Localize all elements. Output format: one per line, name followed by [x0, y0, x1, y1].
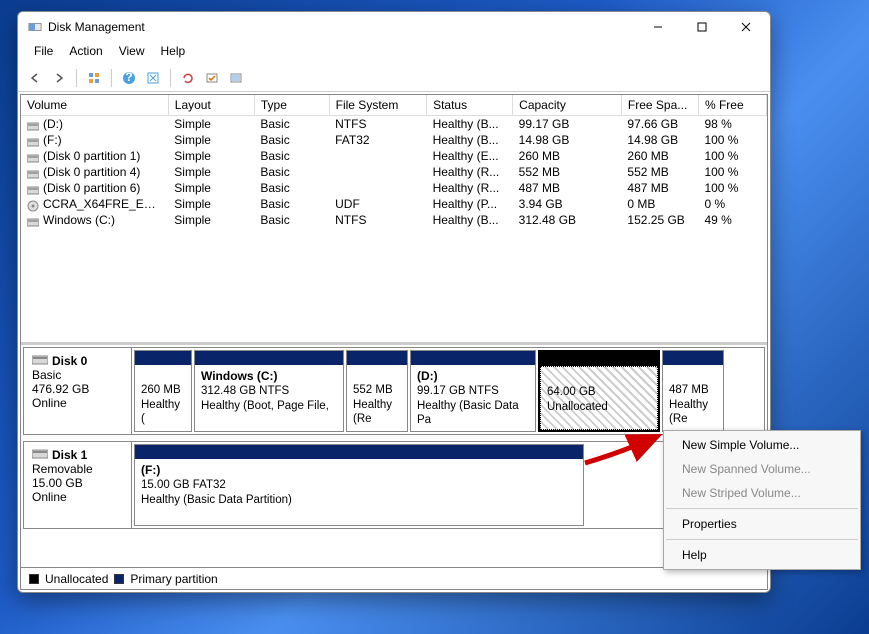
maximize-button[interactable] — [680, 13, 724, 41]
partition-unallocated[interactable]: 64.00 GBUnallocated — [538, 350, 660, 432]
menu-file[interactable]: File — [26, 42, 61, 64]
volume-row[interactable]: CCRA_X64FRE_EN...SimpleBasicUDFHealthy (… — [21, 196, 767, 212]
drive-icon — [27, 136, 39, 146]
legend-unallocated-swatch — [29, 574, 39, 584]
forward-button[interactable] — [48, 67, 70, 89]
menu-help[interactable]: Help — [153, 42, 194, 64]
back-button[interactable] — [24, 67, 46, 89]
titlebar[interactable]: Disk Management — [18, 12, 770, 42]
disk-row: Disk 0Basic476.92 GBOnline260 MBHealthy … — [23, 347, 765, 435]
column-header[interactable]: Free Spa... — [621, 95, 698, 116]
window-title: Disk Management — [48, 20, 636, 34]
drive-icon — [27, 216, 39, 226]
drive-icon — [27, 168, 39, 178]
legend: Unallocated Primary partition — [21, 567, 767, 589]
disk-label[interactable]: Disk 0Basic476.92 GBOnline — [24, 348, 132, 434]
legend-primary-swatch — [114, 574, 124, 584]
partition[interactable]: Windows (C:)312.48 GB NTFSHealthy (Boot,… — [194, 350, 344, 432]
legend-primary-label: Primary partition — [130, 572, 217, 586]
content-area: VolumeLayoutTypeFile SystemStatusCapacit… — [20, 94, 768, 590]
toolbar: ? — [18, 64, 770, 92]
disk-row: Disk 1Removable15.00 GBOnline(F:)15.00 G… — [23, 441, 765, 529]
menu-view[interactable]: View — [111, 42, 153, 64]
disk-label[interactable]: Disk 1Removable15.00 GBOnline — [24, 442, 132, 528]
column-header[interactable]: Status — [427, 95, 513, 116]
legend-unallocated-label: Unallocated — [45, 572, 108, 586]
app-icon — [28, 20, 42, 34]
drive-icon — [27, 200, 39, 210]
ctx-new-simple-volume[interactable]: New Simple Volume... — [664, 433, 860, 457]
disk-graphical-view[interactable]: Disk 0Basic476.92 GBOnline260 MBHealthy … — [21, 345, 767, 567]
close-button[interactable] — [724, 13, 768, 41]
ctx-new-spanned-volume: New Spanned Volume... — [664, 457, 860, 481]
column-header[interactable]: Capacity — [513, 95, 622, 116]
disk-management-window: Disk Management File Action View Help ? … — [17, 11, 771, 593]
partition[interactable]: 487 MBHealthy (Re — [662, 350, 724, 432]
volume-row[interactable]: (Disk 0 partition 4)SimpleBasicHealthy (… — [21, 164, 767, 180]
volume-list[interactable]: VolumeLayoutTypeFile SystemStatusCapacit… — [21, 95, 767, 345]
context-menu: New Simple Volume... New Spanned Volume.… — [663, 430, 861, 570]
column-header[interactable]: % Free — [698, 95, 766, 116]
partition[interactable]: (F:)15.00 GB FAT32Healthy (Basic Data Pa… — [134, 444, 584, 526]
volume-row[interactable]: (Disk 0 partition 1)SimpleBasicHealthy (… — [21, 148, 767, 164]
drive-icon — [27, 120, 39, 130]
column-header[interactable]: File System — [329, 95, 426, 116]
ctx-new-striped-volume: New Striped Volume... — [664, 481, 860, 505]
minimize-button[interactable] — [636, 13, 680, 41]
partition[interactable]: 552 MBHealthy (Re — [346, 350, 408, 432]
checklist-icon[interactable] — [201, 67, 223, 89]
volume-row[interactable]: (Disk 0 partition 6)SimpleBasicHealthy (… — [21, 180, 767, 196]
menubar: File Action View Help — [18, 42, 770, 64]
refresh-icon[interactable] — [177, 67, 199, 89]
ctx-properties[interactable]: Properties — [664, 512, 860, 536]
disk-icon — [32, 354, 48, 364]
menu-action[interactable]: Action — [61, 42, 110, 64]
volume-row[interactable]: (D:)SimpleBasicNTFSHealthy (B...99.17 GB… — [21, 116, 767, 133]
ctx-help[interactable]: Help — [664, 543, 860, 567]
partition[interactable]: (D:)99.17 GB NTFSHealthy (Basic Data Pa — [410, 350, 536, 432]
volume-row[interactable]: (F:)SimpleBasicFAT32Healthy (B...14.98 G… — [21, 132, 767, 148]
column-header[interactable]: Volume — [21, 95, 168, 116]
partition[interactable]: 260 MBHealthy ( — [134, 350, 192, 432]
column-header[interactable]: Type — [254, 95, 329, 116]
svg-text:?: ? — [125, 71, 132, 84]
drive-icon — [27, 152, 39, 162]
toolbar-grid-icon[interactable] — [83, 67, 105, 89]
settings-icon[interactable] — [142, 67, 164, 89]
column-header[interactable]: Layout — [168, 95, 254, 116]
help-icon[interactable]: ? — [118, 67, 140, 89]
drive-icon — [27, 184, 39, 194]
volume-row[interactable]: Windows (C:)SimpleBasicNTFSHealthy (B...… — [21, 212, 767, 228]
list-icon[interactable] — [225, 67, 247, 89]
disk-icon — [32, 448, 48, 458]
